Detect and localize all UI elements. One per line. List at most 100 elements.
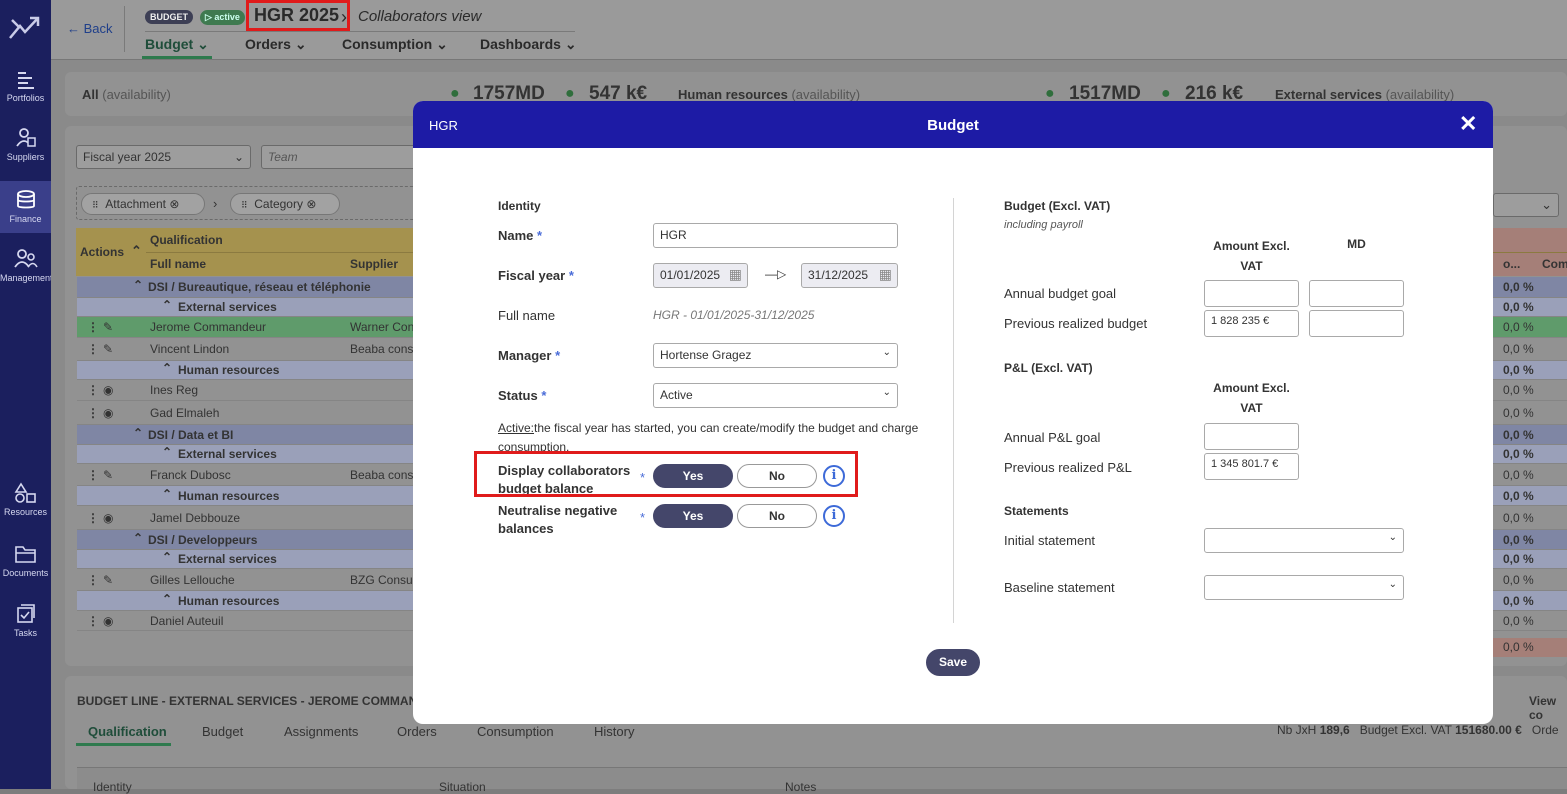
annual-pl-goal-amount[interactable]	[1204, 423, 1299, 450]
tab-assignments[interactable]: Assignments	[284, 724, 358, 739]
manager-select[interactable]: Hortense Gragez ⌄	[653, 343, 898, 368]
more-actions-icon[interactable]: ⋮	[87, 611, 99, 631]
close-circle-icon[interactable]: ⊗	[169, 197, 179, 211]
col-supplier[interactable]: Supplier	[350, 257, 398, 271]
col-full-name[interactable]: Full name	[150, 257, 206, 271]
tab-orders[interactable]: Orders ⌄	[245, 36, 307, 53]
baseline-statement-select[interactable]: ⌄	[1204, 575, 1404, 600]
col-com[interactable]: Com	[1542, 257, 1567, 271]
annual-budget-goal-md[interactable]	[1309, 280, 1404, 307]
tab-consumption-line[interactable]: Consumption	[477, 724, 554, 739]
calendar-icon[interactable]: ▦	[879, 266, 892, 283]
more-actions-icon[interactable]: ⋮	[87, 338, 99, 361]
view-icon[interactable]: ◉	[103, 506, 113, 530]
active-tab-underline	[142, 56, 212, 59]
chip-category[interactable]: ⠿ Category ⊗	[230, 193, 340, 215]
chevron-up-icon[interactable]: ⌃	[162, 296, 172, 315]
percent-cell: 0,0 %	[1503, 280, 1534, 294]
tab-history[interactable]: History	[594, 724, 634, 739]
chevron-up-icon[interactable]: ⌃	[133, 275, 143, 296]
documents-icon	[14, 546, 36, 563]
chevron-up-icon[interactable]: ⌃	[162, 548, 172, 567]
name-field[interactable]: HGR	[653, 223, 898, 248]
supplier-cell: BZG Consul	[350, 573, 416, 587]
edit-icon[interactable]: ✎	[103, 338, 113, 361]
tasks-icon	[16, 604, 35, 623]
initial-statement-select[interactable]: ⌄	[1204, 528, 1404, 553]
tab-qualification[interactable]: Qualification	[88, 724, 167, 739]
grip-icon: ⠿	[241, 200, 248, 210]
prev-realized-budget-amount[interactable]: 1 828 235 €	[1204, 310, 1299, 337]
app-logo-icon[interactable]	[8, 14, 42, 47]
col-qualification: Qualification	[150, 233, 223, 247]
subgroup-label: Human resources	[178, 594, 280, 608]
budget-modal: HGR Budget ✕ Identity Name * HGR Fiscal …	[413, 101, 1493, 724]
view-icon[interactable]: ◉	[103, 401, 113, 425]
chevron-up-icon[interactable]: ⌃	[133, 423, 143, 443]
view-icon[interactable]: ◉	[103, 611, 113, 631]
chip-attachment[interactable]: ⠿ Attachment ⊗	[81, 193, 205, 215]
rail-item-resources[interactable]: Resources	[0, 482, 51, 522]
more-actions-icon[interactable]: ⋮	[87, 464, 99, 486]
view-co-link[interactable]: View co	[1529, 694, 1567, 722]
tab-orders-line[interactable]: Orders	[397, 724, 437, 739]
status-select[interactable]: Active ⌄	[653, 383, 898, 408]
highlight-display-balance-box	[474, 451, 858, 497]
chevron-down-icon: ⌄	[436, 36, 448, 52]
neutralise-yes[interactable]: Yes	[653, 504, 733, 528]
chevron-up-icon[interactable]: ⌃	[162, 359, 172, 378]
rail-item-portfolios[interactable]: Portfolios	[0, 70, 51, 110]
team-input[interactable]: Team	[261, 145, 421, 169]
finance-icon	[16, 190, 35, 209]
chevron-up-icon[interactable]: ⌃	[162, 443, 172, 462]
status-note-link[interactable]: Active:	[498, 421, 534, 435]
more-actions-icon[interactable]: ⋮	[87, 401, 99, 425]
edit-icon[interactable]: ✎	[103, 317, 113, 338]
prev-realized-pl-label: Previous realized P&L	[1004, 460, 1132, 475]
more-actions-icon[interactable]: ⋮	[87, 317, 99, 338]
rail-item-tasks[interactable]: Tasks	[0, 603, 51, 643]
more-actions-icon[interactable]: ⋮	[87, 506, 99, 530]
back-link[interactable]: ← Back	[67, 21, 113, 36]
md-col-header: MD	[1347, 237, 1366, 251]
column-divider	[953, 198, 954, 623]
tab-budget[interactable]: Budget ⌄	[145, 36, 209, 53]
neutralise-no[interactable]: No	[737, 504, 817, 528]
chevron-up-icon[interactable]: ⌃	[162, 589, 172, 609]
close-circle-icon[interactable]: ⊗	[306, 197, 316, 211]
prev-realized-budget-md[interactable]	[1309, 310, 1404, 337]
col-o[interactable]: o...	[1503, 257, 1520, 271]
annual-budget-goal-amount[interactable]	[1204, 280, 1299, 307]
info-icon[interactable]: i	[823, 505, 845, 527]
percent-cell: 0,0 %	[1503, 468, 1534, 482]
fiscal-year-start-field[interactable]: 01/01/2025 ▦	[653, 263, 748, 288]
percent-cell: 0,0 %	[1503, 428, 1534, 442]
right-filter-select[interactable]: ⌄	[1493, 193, 1559, 217]
rail-item-management[interactable]: Management	[0, 248, 53, 288]
chevron-up-icon[interactable]: ⌃	[162, 484, 172, 504]
tab-dashboards[interactable]: Dashboards ⌄	[480, 36, 577, 53]
close-icon[interactable]: ✕	[1459, 111, 1477, 137]
rail-item-documents[interactable]: Documents	[0, 543, 51, 583]
tab-budget-line[interactable]: Budget	[202, 724, 243, 739]
col-notes: Notes	[785, 780, 817, 794]
prev-realized-pl-amount[interactable]: 1 345 801.7 €	[1204, 453, 1299, 480]
rail-label: Resources	[3, 507, 48, 517]
collapse-all-icon[interactable]: ⌃	[131, 243, 142, 259]
rail-item-finance[interactable]: Finance	[0, 181, 51, 233]
edit-icon[interactable]: ✎	[103, 569, 113, 591]
tab-consumption[interactable]: Consumption ⌄	[342, 36, 448, 53]
view-icon[interactable]: ◉	[103, 380, 113, 401]
save-button[interactable]: Save	[926, 649, 980, 676]
col-identity: Identity	[93, 780, 132, 794]
calendar-icon[interactable]: ▦	[729, 266, 742, 283]
rail-item-suppliers[interactable]: Suppliers	[0, 127, 51, 171]
chevron-up-icon[interactable]: ⌃	[133, 528, 143, 548]
ext-label: External services (availability)	[1275, 87, 1455, 102]
more-actions-icon[interactable]: ⋮	[87, 569, 99, 591]
fiscal-year-select[interactable]: Fiscal year 2025 ⌄	[76, 145, 251, 169]
tabs-divider	[145, 31, 575, 32]
more-actions-icon[interactable]: ⋮	[87, 380, 99, 401]
fiscal-year-end-field[interactable]: 31/12/2025 ▦	[801, 263, 898, 288]
edit-icon[interactable]: ✎	[103, 464, 113, 486]
